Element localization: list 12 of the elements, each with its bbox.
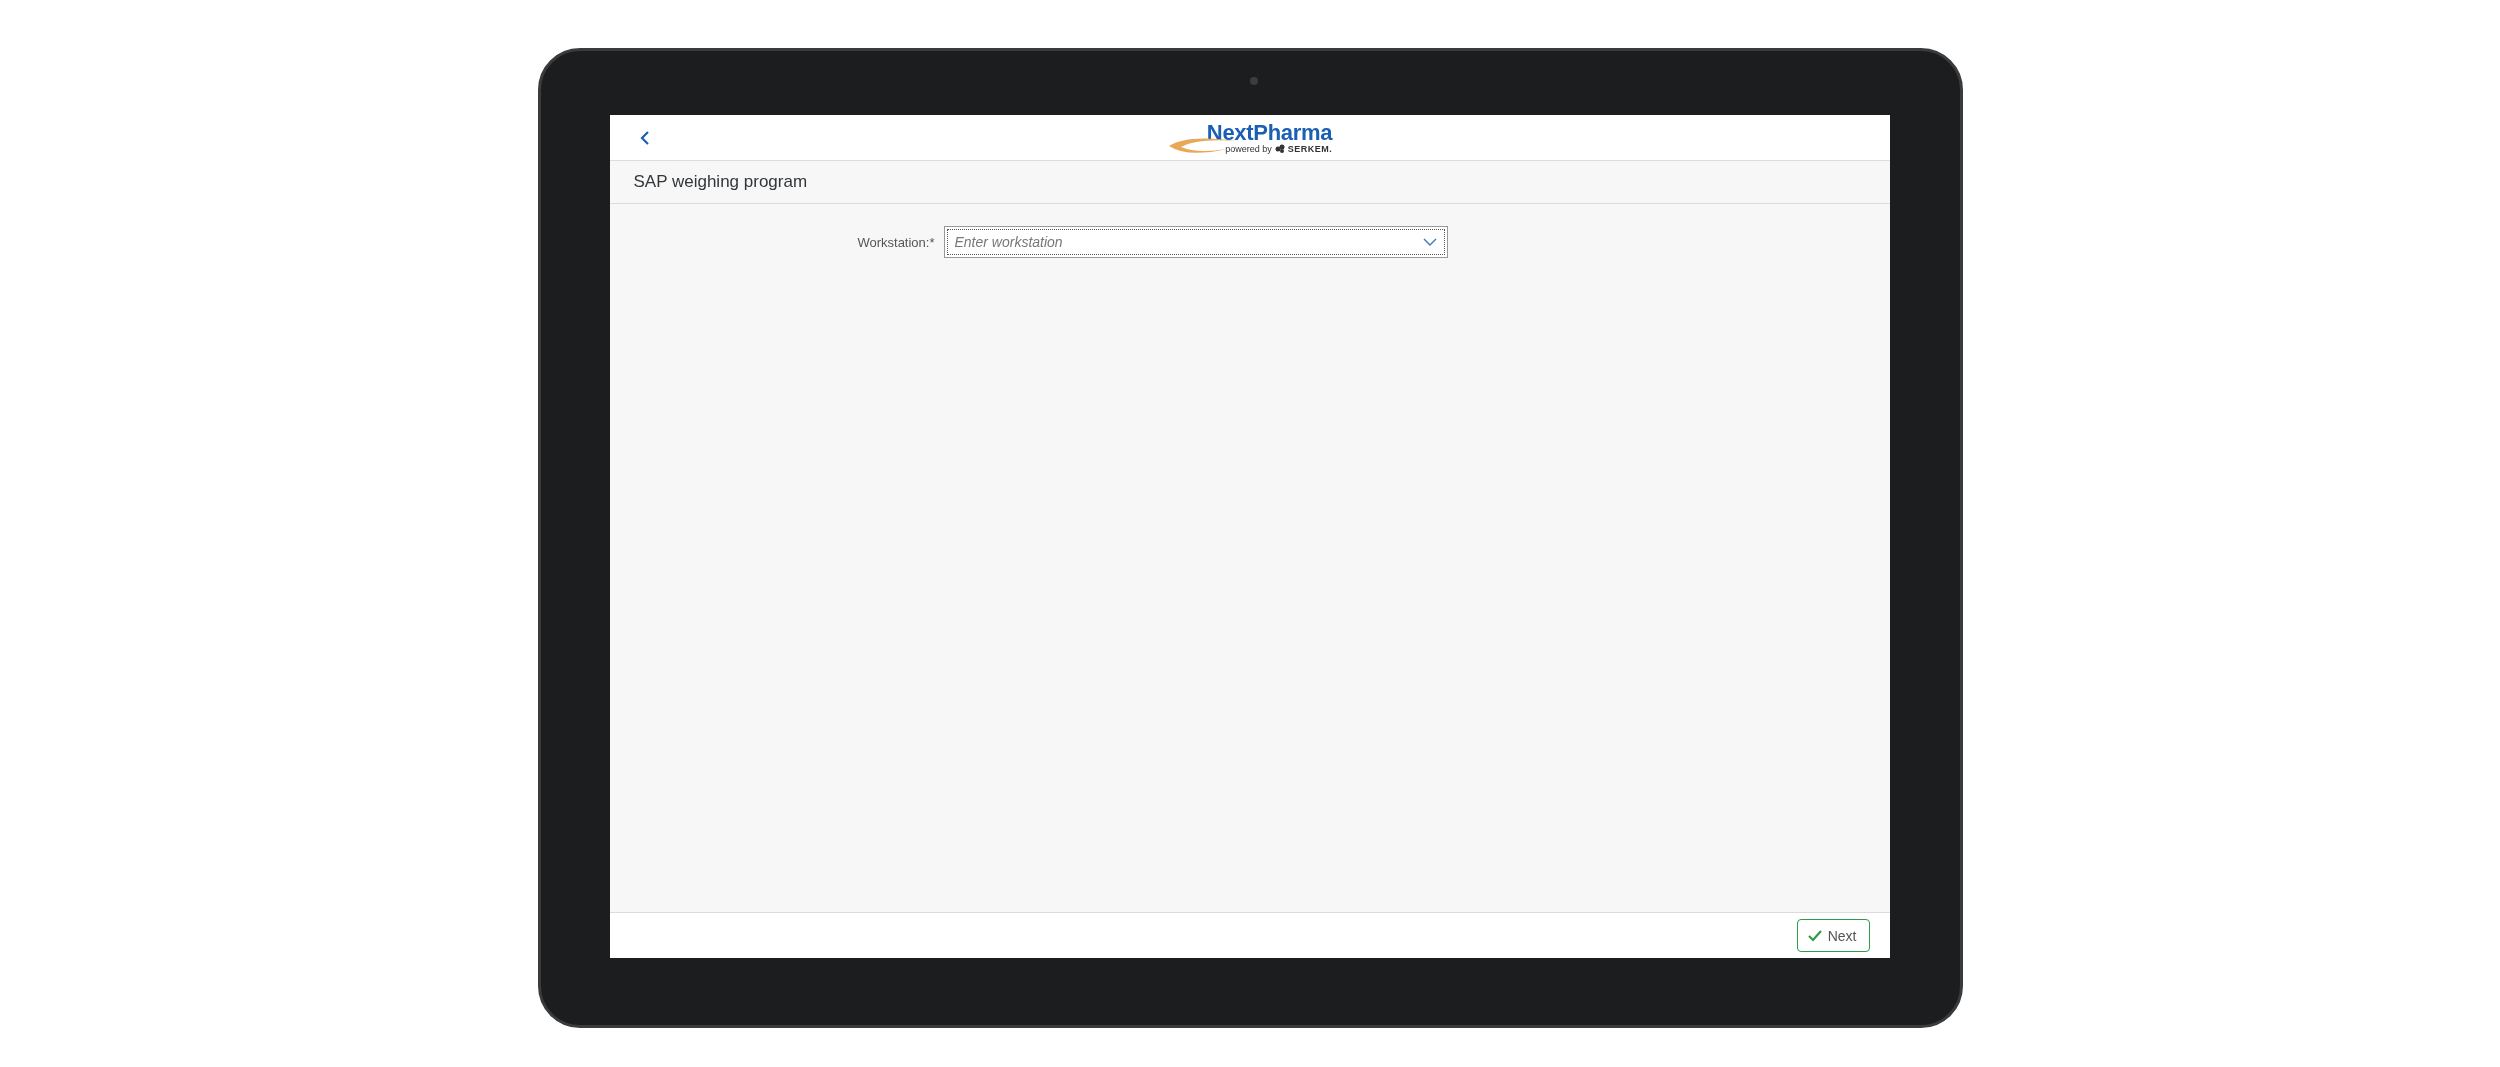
input-field[interactable]: Enter workstation	[952, 233, 1423, 251]
camera-icon	[1250, 77, 1258, 85]
back-icon	[639, 130, 650, 146]
workstation-combobox[interactable]: Enter workstation	[943, 226, 1448, 258]
brand-name: NextPharma	[1206, 121, 1333, 144]
dropdown-icon[interactable]	[1422, 238, 1437, 246]
checkmark-icon	[1807, 929, 1822, 942]
field-label: Workstation:*	[857, 234, 935, 250]
tagline: powered by	[1225, 143, 1272, 154]
maker-name: SERKEM.	[1287, 143, 1333, 154]
page-title: SAP weighing program	[633, 172, 808, 192]
next-button[interactable]: Next	[1796, 919, 1870, 952]
